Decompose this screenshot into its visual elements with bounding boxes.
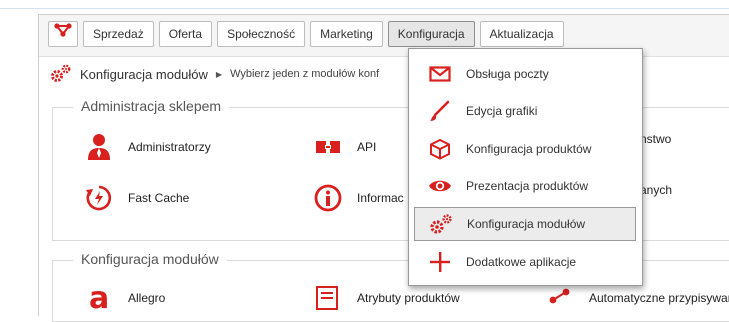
tile-label: Informac (357, 191, 404, 205)
brush-icon (426, 100, 454, 122)
menu-item-prezentacja-produktow[interactable]: Prezentacja produktów (414, 169, 636, 203)
tile-label: Administratorzy (128, 140, 211, 154)
gears-icon (427, 214, 455, 234)
breadcrumb-title: Konfiguracja modułów (80, 66, 208, 82)
menu-item-label: Edycja grafiki (466, 104, 538, 118)
main-nav: Sprzedaż Oferta Społeczność Marketing Ko… (48, 21, 564, 47)
menu-item-label: Obsługa poczty (466, 67, 549, 81)
menu-item-label: Konfiguracja modułów (467, 217, 586, 231)
tile-administratorzy[interactable]: Administratorzy (84, 132, 211, 162)
menu-item-konfiguracja-modulow[interactable]: Konfiguracja modułów (414, 207, 636, 241)
eye-icon (426, 178, 454, 194)
menu-item-obsluga-poczty[interactable]: Obsługa poczty (414, 57, 636, 91)
nav-sprzedaz[interactable]: Sprzedaż (83, 21, 154, 47)
tile-partial-right-1[interactable]: nstwo (640, 132, 671, 146)
logo-button[interactable] (48, 21, 78, 47)
tile-label: nstwo (640, 132, 672, 146)
nav-oferta[interactable]: Oferta (158, 21, 213, 47)
share-nodes-icon (54, 22, 72, 46)
menu-item-dodatkowe-aplikacje[interactable]: Dodatkowe aplikacje (414, 245, 636, 279)
menu-item-konfiguracja-produktow[interactable]: Konfiguracja produktów (414, 132, 636, 166)
api-icon (313, 132, 343, 162)
tile-automatyczne-przypisywanie[interactable]: Automatyczne przypisywar (545, 283, 729, 313)
user-icon (84, 132, 114, 162)
konfiguracja-dropdown: Obsługa poczty Edycja grafiki Konfigurac… (408, 48, 643, 286)
tile-label: API (357, 140, 377, 154)
share-icon (545, 283, 575, 313)
tile-fast-cache[interactable]: Fast Cache (84, 183, 189, 213)
attributes-icon (313, 283, 343, 313)
nav-spolecznosc[interactable]: Społeczność (217, 21, 306, 47)
breadcrumb-separator: ▶ (215, 69, 223, 79)
nav-aktualizacja[interactable]: Aktualizacja (479, 21, 564, 47)
fast-cache-icon (84, 183, 114, 213)
envelope-icon (426, 66, 454, 82)
info-icon (313, 183, 343, 213)
allegro-icon: a (84, 283, 114, 313)
breadcrumb: Konfiguracja modułów ▶ Wybierz jeden z m… (50, 64, 379, 84)
box-icon (426, 138, 454, 160)
group-legend: Konfiguracja modułów (73, 251, 227, 267)
gears-icon (50, 64, 72, 85)
tile-allegro[interactable]: a Allegro (84, 283, 165, 313)
menu-item-label: Prezentacja produktów (466, 179, 589, 193)
menu-item-label: Konfiguracja produktów (466, 142, 592, 156)
tile-api[interactable]: API (313, 132, 376, 162)
group-legend: Administracja sklepem (73, 98, 230, 114)
menu-item-label: Dodatkowe aplikacje (466, 255, 577, 269)
menu-item-edycja-grafiki[interactable]: Edycja grafiki (414, 94, 636, 128)
tile-partial-right-2[interactable]: anych (640, 183, 672, 197)
tile-label: Fast Cache (128, 191, 190, 205)
top-strip (0, 0, 729, 9)
breadcrumb-description: Wybierz jeden z modułów konf (230, 68, 380, 80)
nav-marketing[interactable]: Marketing (310, 21, 383, 47)
tile-atrybuty-produktow[interactable]: Atrybuty produktów (313, 283, 460, 313)
tile-informacje[interactable]: Informac (313, 183, 404, 213)
nav-konfiguracja[interactable]: Konfiguracja (387, 21, 475, 47)
plus-icon (426, 251, 454, 273)
tile-label: anych (640, 183, 673, 197)
svg-text:a: a (89, 284, 109, 312)
